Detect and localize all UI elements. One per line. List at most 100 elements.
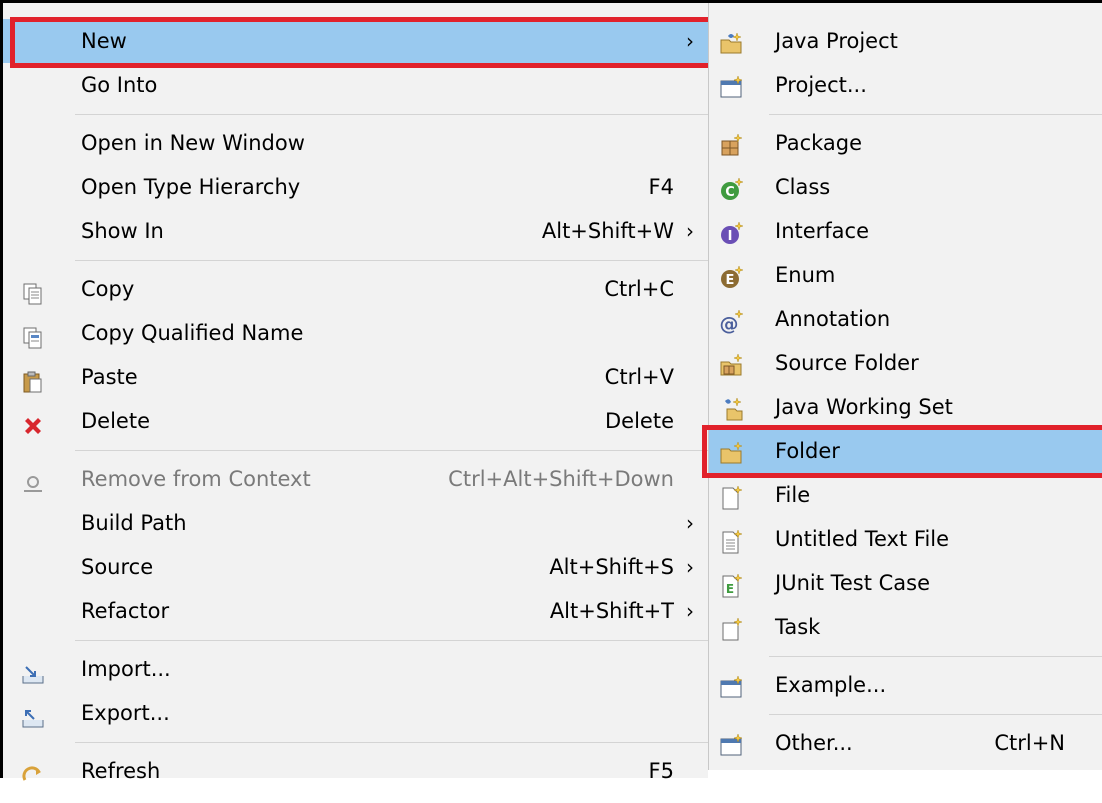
submenu-item-label: Source Folder: [775, 351, 919, 375]
folder-icon: [719, 438, 745, 464]
copy-qualified-name-icon: [21, 321, 45, 349]
submenu-item-java-working-set[interactable]: Java Working Set: [709, 385, 1102, 429]
submenu-arrow-icon: ›: [686, 219, 694, 243]
menu-item-label: Export...: [81, 701, 170, 725]
submenu-arrow-icon: ›: [686, 555, 694, 579]
menu-item-refactor[interactable]: Refactor Alt+Shift+T ›: [3, 589, 708, 633]
submenu-item-label: Interface: [775, 219, 870, 243]
menu-item-copy[interactable]: Copy Ctrl+C: [3, 267, 708, 311]
menu-item-shortcut: Ctrl+Alt+Shift+Down: [448, 467, 674, 491]
submenu-arrow-icon: ›: [686, 511, 694, 535]
enum-icon: E: [719, 262, 745, 288]
java-project-icon: [719, 28, 745, 54]
menu-item-label: New: [81, 29, 127, 53]
submenu-item-interface[interactable]: I Interface: [709, 209, 1102, 253]
submenu-item-other[interactable]: Other... Ctrl+N: [709, 721, 1102, 765]
submenu-item-label: Java Working Set: [775, 395, 953, 419]
delete-icon: [21, 409, 45, 434]
submenu-item-label: Class: [775, 175, 831, 199]
menu-item-export[interactable]: Export...: [3, 691, 708, 735]
source-folder-icon: [719, 350, 745, 376]
other-icon: [719, 730, 745, 756]
menu-item-label: Copy Qualified Name: [81, 321, 304, 345]
menu-item-show-in[interactable]: Show In Alt+Shift+W ›: [3, 209, 708, 253]
menu-item-refresh[interactable]: Refresh F5: [3, 749, 708, 793]
submenu-item-junit-test-case[interactable]: E JUnit Test Case: [709, 561, 1102, 605]
menu-separator: [75, 450, 708, 451]
svg-text:I: I: [728, 229, 733, 244]
menu-item-paste[interactable]: Paste Ctrl+V: [3, 355, 708, 399]
menu-item-go-into[interactable]: Go Into: [3, 63, 708, 107]
class-icon: C: [719, 174, 745, 200]
submenu-item-label: Enum: [775, 263, 836, 287]
submenu-item-class[interactable]: C Class: [709, 165, 1102, 209]
menu-item-remove-from-context[interactable]: Remove from Context Ctrl+Alt+Shift+Down: [3, 457, 708, 501]
refresh-icon: [21, 759, 45, 783]
interface-icon: I: [719, 218, 745, 244]
submenu-item-label: Package: [775, 131, 863, 155]
menu-item-build-path[interactable]: Build Path ›: [3, 501, 708, 545]
menu-item-shortcut: F4: [648, 175, 674, 199]
svg-text:E: E: [726, 273, 735, 288]
submenu-item-annotation[interactable]: @ Annotation: [709, 297, 1102, 341]
submenu-item-label: Example...: [775, 673, 887, 697]
menu-separator: [75, 742, 708, 743]
submenu-item-shortcut: Ctrl+N: [994, 731, 1065, 755]
submenu-item-label: Other...: [775, 731, 853, 755]
submenu-item-java-project[interactable]: Java Project: [709, 19, 1102, 63]
underlying-window-strip: [708, 770, 1102, 778]
submenu-item-source-folder[interactable]: Source Folder: [709, 341, 1102, 385]
submenu-item-label: Project...: [775, 73, 867, 97]
menu-item-label: Build Path: [81, 511, 187, 535]
menu-item-shortcut: Delete: [605, 409, 674, 433]
remove-context-icon: [21, 467, 45, 492]
menu-item-import[interactable]: Import...: [3, 647, 708, 691]
task-icon: [719, 614, 745, 641]
file-icon: [719, 482, 745, 510]
menu-item-label: Refresh: [81, 759, 161, 783]
project-icon: [719, 72, 745, 98]
submenu-item-label: Annotation: [775, 307, 891, 331]
menu-item-label: Show In: [81, 219, 164, 243]
menu-item-label: Copy: [81, 277, 135, 301]
menu-item-shortcut: Alt+Shift+T: [549, 599, 674, 623]
menu-item-source[interactable]: Source Alt+Shift+S ›: [3, 545, 708, 589]
menu-item-shortcut: Ctrl+C: [604, 277, 674, 301]
submenu-arrow-icon: ›: [686, 29, 694, 53]
submenu-item-label: Task: [775, 615, 821, 639]
paste-icon: [21, 365, 45, 393]
menu-separator: [75, 260, 708, 261]
submenu-item-folder[interactable]: Folder: [709, 429, 1102, 473]
menu-item-label: Delete: [81, 409, 150, 433]
new-submenu: Java Project Project... Package C Class …: [708, 3, 1102, 778]
context-menu: New › Go Into Open in New Window Open Ty…: [3, 3, 709, 783]
submenu-item-example[interactable]: Example...: [709, 663, 1102, 707]
submenu-separator: [769, 114, 1102, 115]
example-icon: [719, 672, 745, 698]
menu-item-copy-qualified-name[interactable]: Copy Qualified Name: [3, 311, 708, 355]
submenu-separator: [769, 656, 1102, 657]
junit-test-case-icon: E: [719, 570, 745, 598]
menu-item-delete[interactable]: Delete Delete: [3, 399, 708, 443]
annotation-icon: @: [719, 306, 745, 335]
submenu-item-label: Java Project: [775, 29, 898, 53]
menu-item-new[interactable]: New ›: [3, 19, 708, 63]
submenu-item-project[interactable]: Project...: [709, 63, 1102, 107]
submenu-item-untitled-text-file[interactable]: Untitled Text File: [709, 517, 1102, 561]
java-working-set-icon: [719, 394, 745, 421]
menu-item-label: Refactor: [81, 599, 170, 623]
submenu-item-package[interactable]: Package: [709, 121, 1102, 165]
svg-text:E: E: [726, 582, 734, 596]
menu-item-label: Import...: [81, 657, 171, 681]
submenu-item-task[interactable]: Task: [709, 605, 1102, 649]
import-icon: [21, 657, 45, 684]
svg-text:C: C: [725, 185, 735, 200]
menu-item-open-type-hierarchy[interactable]: Open Type Hierarchy F4: [3, 165, 708, 209]
menu-item-shortcut: Alt+Shift+W: [541, 219, 674, 243]
menu-item-open-in-new-window[interactable]: Open in New Window: [3, 121, 708, 165]
submenu-item-enum[interactable]: E Enum: [709, 253, 1102, 297]
menu-item-label: Open in New Window: [81, 131, 305, 155]
submenu-item-label: File: [775, 483, 811, 507]
menu-item-label: Remove from Context: [81, 467, 311, 491]
submenu-item-file[interactable]: File: [709, 473, 1102, 517]
